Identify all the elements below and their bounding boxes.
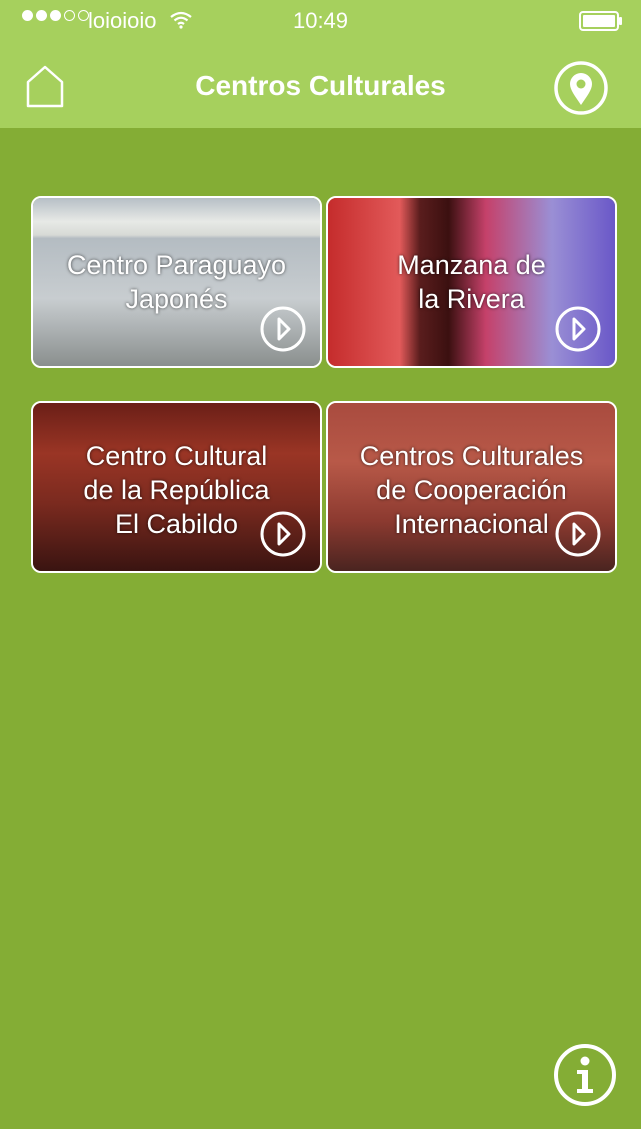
clock: 10:49 [292, 8, 349, 33]
play-arrow-icon[interactable] [260, 511, 306, 557]
tile-centro-cultural-el-cabildo[interactable]: Centro Cultural de la República El Cabil… [31, 401, 322, 573]
play-arrow-icon[interactable] [555, 511, 601, 557]
tile-centros-culturales-cooperacion[interactable]: Centros Culturales de Cooperación Intern… [326, 401, 617, 573]
status-bar: loioioio 10:49 [0, 0, 641, 40]
play-arrow-icon[interactable] [260, 306, 306, 352]
tile-manzana-de-la-rivera[interactable]: Manzana de la Rivera [326, 196, 617, 368]
tile-centro-paraguayo-japones[interactable]: Centro Paraguayo Japonés [31, 196, 322, 368]
info-icon[interactable] [553, 1043, 617, 1107]
battery-icon [579, 11, 623, 37]
page-title: Centros Culturales [195, 70, 446, 101]
nav-bar: Centros Culturales [0, 40, 641, 128]
play-arrow-icon[interactable] [555, 306, 601, 352]
map-pin-icon[interactable] [553, 60, 609, 116]
